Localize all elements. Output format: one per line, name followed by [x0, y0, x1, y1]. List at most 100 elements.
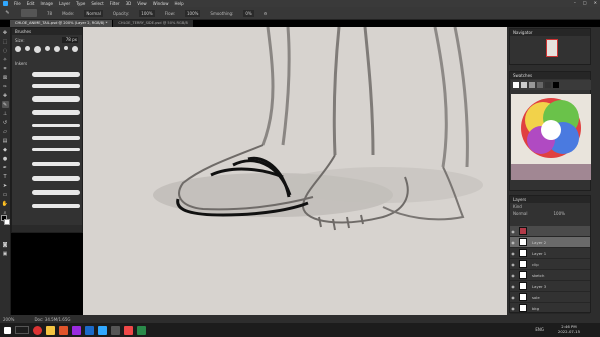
brush-tip[interactable] [72, 46, 78, 52]
menu-layer[interactable]: Layer [59, 1, 70, 6]
input-language[interactable]: ENG [535, 327, 544, 332]
brush-stroke-preview[interactable] [32, 136, 80, 140]
menu-3d[interactable]: 3D [126, 1, 132, 6]
move-icon[interactable]: ✥ [2, 29, 9, 36]
menu-edit[interactable]: Edit [27, 1, 35, 6]
mode-select[interactable]: Normal [84, 9, 103, 17]
brush-stroke-preview[interactable] [32, 110, 80, 115]
brush-stroke-preview[interactable] [32, 162, 80, 166]
app-icon[interactable] [72, 325, 81, 335]
minimize-button[interactable]: – [574, 0, 576, 5]
brush-tip[interactable] [45, 46, 50, 51]
navigator-thumbnail[interactable] [546, 39, 558, 57]
visibility-eye-icon[interactable]: ◉ [510, 273, 516, 278]
brush-stroke-preview[interactable] [32, 84, 80, 88]
lasso-icon[interactable]: ◌ [2, 47, 9, 54]
brush-tip[interactable] [15, 46, 21, 52]
shape-icon[interactable]: ▭ [2, 191, 9, 198]
menu-filter[interactable]: Filter [110, 1, 120, 6]
screen-mode-icon[interactable]: ▣ [2, 250, 9, 257]
tab-active-document[interactable]: CHLOE_ANIME_TAIL.psd @ 200% (Layer 2, RG… [10, 20, 113, 27]
photoshop-logo-icon[interactable] [3, 1, 8, 6]
crop-icon[interactable]: ⌗ [2, 65, 9, 72]
opacity-field[interactable]: 100% [139, 9, 155, 17]
background-color-swatch[interactable] [4, 219, 10, 225]
photoshop-taskbar-icon[interactable] [98, 325, 107, 335]
layer-row[interactable]: ◉ [510, 226, 590, 237]
marquee-icon[interactable]: ⬚ [2, 38, 9, 45]
blur-icon[interactable]: ◆ [2, 146, 9, 153]
menu-view[interactable]: View [137, 1, 147, 6]
hand-icon[interactable]: ✋ [2, 200, 9, 207]
brush-size-field[interactable]: 78 px [62, 37, 78, 43]
smoothing-field[interactable]: 0% [243, 9, 254, 17]
windows-start-icon[interactable] [4, 326, 11, 334]
layer-kind-filter[interactable]: Kind [513, 204, 522, 209]
menu-select[interactable]: Select [91, 1, 103, 6]
brush-tip[interactable] [34, 46, 41, 53]
dodge-icon[interactable]: ● [2, 155, 9, 162]
swatches-grid[interactable] [511, 80, 591, 188]
path-select-icon[interactable]: ➤ [2, 182, 9, 189]
layer-row[interactable]: ◉ Layer 1 [510, 248, 590, 259]
layer-opacity-field[interactable]: 100% [553, 211, 564, 216]
brush-stroke-preview[interactable] [32, 204, 80, 208]
search-icon[interactable] [15, 326, 29, 334]
visibility-eye-icon[interactable]: ◉ [510, 262, 516, 267]
brush-tool-icon[interactable]: ✎ [1, 101, 9, 108]
menu-image[interactable]: Image [40, 1, 53, 6]
brush-stroke-preview[interactable] [32, 148, 80, 151]
layer-row[interactable]: ◉ sketch [510, 270, 590, 281]
quick-mask-icon[interactable]: ◙ [2, 241, 9, 248]
blend-mode-select[interactable]: Normal [513, 211, 527, 216]
visibility-eye-icon[interactable]: ◉ [510, 240, 516, 245]
brush-icon[interactable]: ✎ [4, 10, 11, 17]
chrome-icon[interactable] [33, 325, 42, 335]
magic-wand-icon[interactable]: ✧ [2, 56, 9, 63]
explorer-icon[interactable] [46, 325, 55, 335]
brush-tip[interactable] [64, 46, 68, 50]
menu-help[interactable]: Help [174, 1, 183, 6]
layer-row[interactable]: ◉ clip [510, 259, 590, 270]
layer-row[interactable]: ◉ Layer 2 [510, 237, 590, 248]
eraser-icon[interactable]: ▱ [2, 128, 9, 135]
brush-tip[interactable] [25, 46, 30, 51]
brush-stroke-preview[interactable] [32, 190, 80, 195]
pen-icon[interactable]: ✒ [2, 164, 9, 171]
visibility-eye-icon[interactable]: ◉ [510, 295, 516, 300]
gradient-icon[interactable]: ▤ [2, 137, 9, 144]
visibility-eye-icon[interactable]: ◉ [510, 251, 516, 256]
menu-file[interactable]: File [14, 1, 21, 6]
app-icon[interactable] [137, 325, 146, 335]
zoom-level[interactable]: 200% [3, 317, 14, 322]
layer-row[interactable]: ◉ sole [510, 292, 590, 303]
maximize-button[interactable]: □ [583, 0, 587, 5]
frame-icon[interactable]: ⊠ [2, 74, 9, 81]
stamp-icon[interactable]: ⊥ [2, 110, 9, 117]
brush-stroke-preview[interactable] [32, 124, 80, 127]
visibility-eye-icon[interactable]: ◉ [510, 306, 516, 311]
close-button[interactable]: ✕ [594, 0, 597, 5]
type-icon[interactable]: T [2, 173, 9, 180]
brush-tip[interactable] [54, 46, 60, 52]
steam-icon[interactable] [85, 325, 94, 335]
flow-field[interactable]: 100% [184, 9, 201, 17]
brush-preset-picker[interactable] [21, 9, 37, 17]
gear-icon[interactable]: ⚙ [264, 11, 268, 16]
app-icon[interactable] [124, 325, 133, 335]
layer-row[interactable]: ◉ bkg [510, 303, 590, 314]
app-icon[interactable] [59, 325, 68, 335]
tab-document[interactable]: CHLOE_TERRY_SIDE.psd @ 50% RGB/8 [113, 20, 193, 27]
menu-type[interactable]: Type [76, 1, 85, 6]
app-icon[interactable] [111, 325, 120, 335]
menu-window[interactable]: Window [153, 1, 169, 6]
visibility-eye-icon[interactable]: ◉ [510, 284, 516, 289]
brush-stroke-preview[interactable] [32, 176, 80, 181]
visibility-eye-icon[interactable]: ◉ [510, 229, 516, 234]
brush-stroke-preview[interactable] [32, 96, 80, 102]
eyedropper-icon[interactable]: ✑ [2, 83, 9, 90]
document-canvas[interactable] [83, 27, 507, 315]
healing-icon[interactable]: ✚ [2, 92, 9, 99]
taskbar-clock[interactable]: 2:46 PM 2022-07-15 [558, 324, 580, 334]
history-brush-icon[interactable]: ↺ [2, 119, 9, 126]
